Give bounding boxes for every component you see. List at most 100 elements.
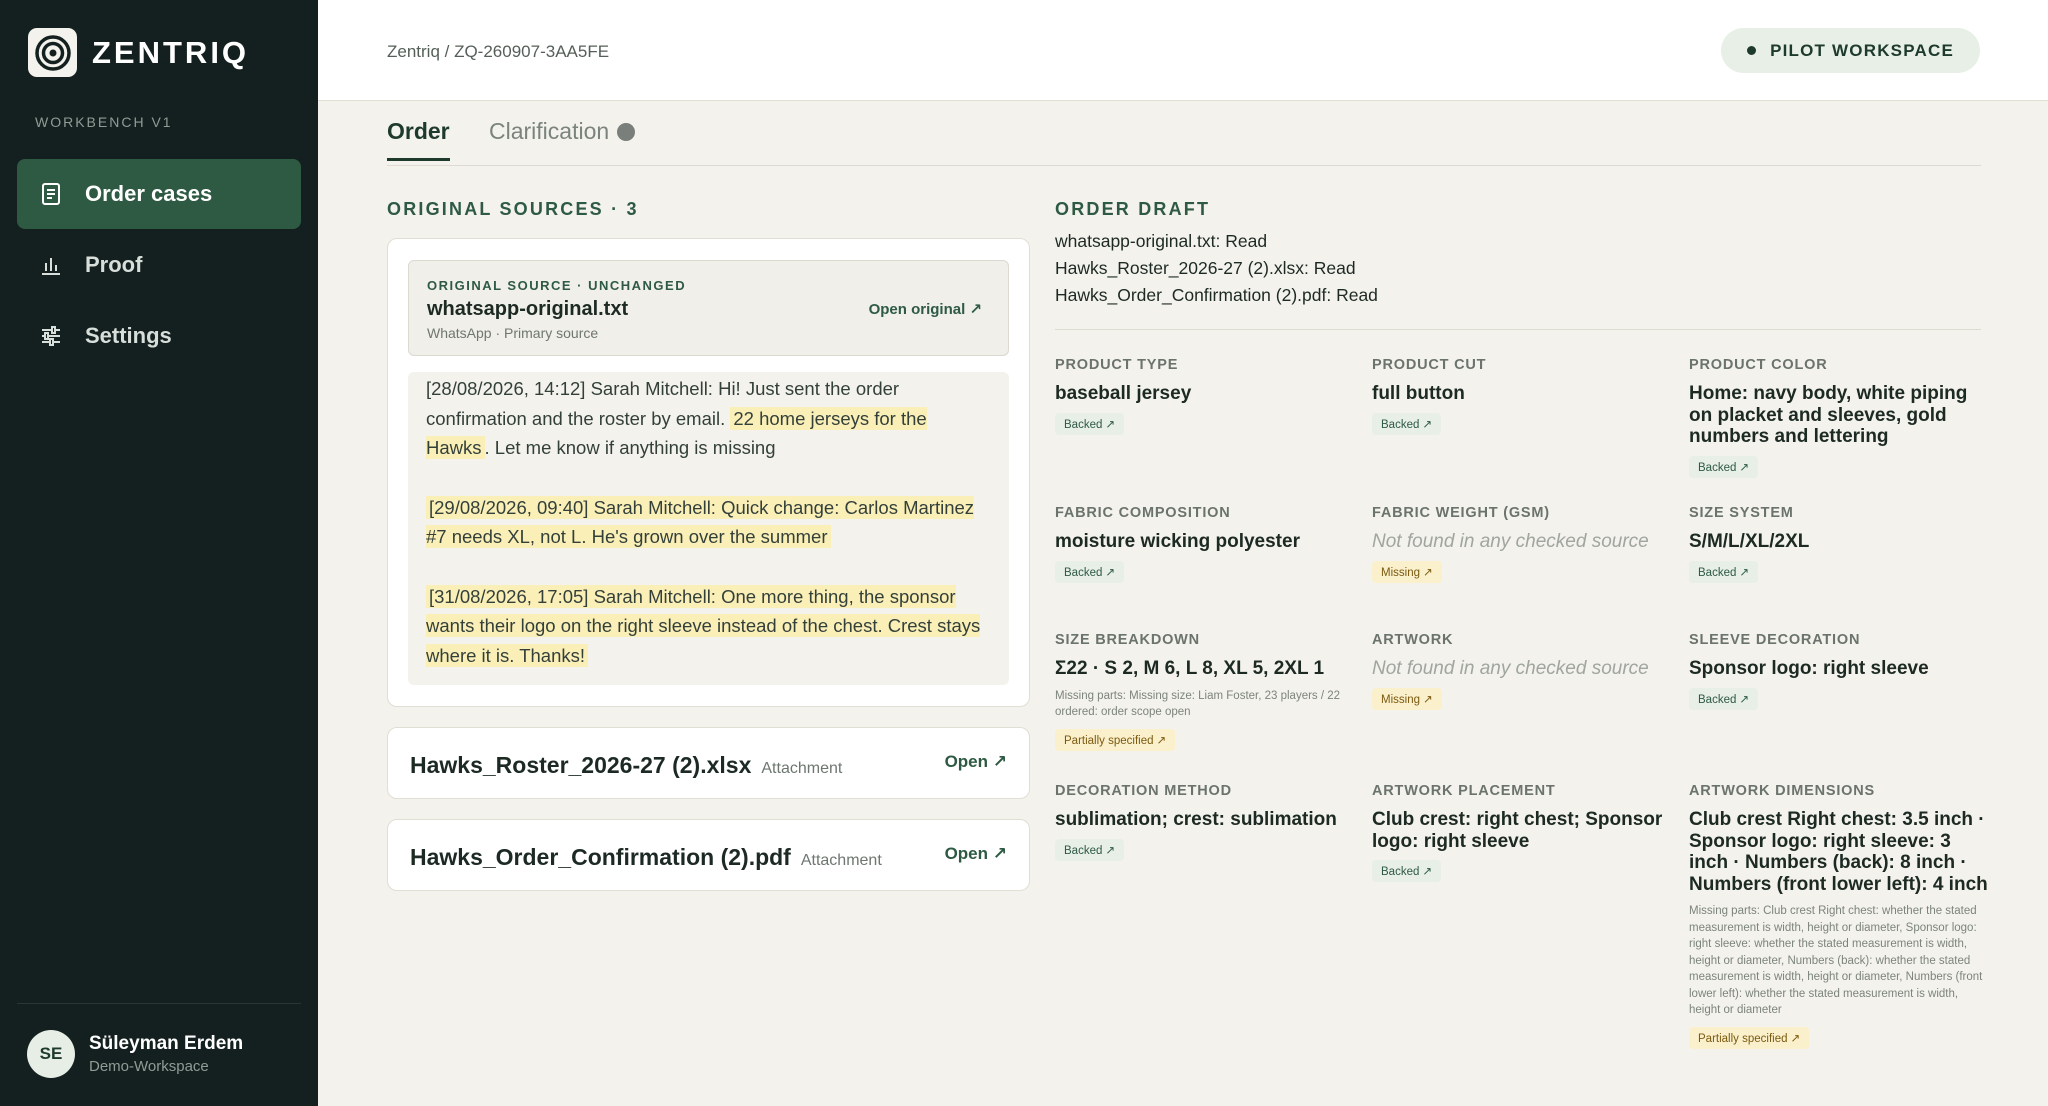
brand-mark-icon <box>28 28 77 77</box>
tab-bar: Order Clarification <box>387 100 1981 166</box>
field-value: Not found in any checked source <box>1372 531 1649 552</box>
field-value: full button <box>1372 383 1465 404</box>
field-label: FABRIC COMPOSITION <box>1055 505 1231 521</box>
status-badge[interactable]: Backed ↗ <box>1689 560 1759 583</box>
field-value: Club crest: right chest; Sponsor logo: r… <box>1372 809 1663 852</box>
field-artwork-dimensions: ARTWORK DIMENSIONS Club crest Right ches… <box>1689 783 1989 1049</box>
field-value: Home: navy body, white piping on placket… <box>1689 383 1968 447</box>
tab-clarification[interactable]: Clarification <box>489 118 636 158</box>
field-product-type: PRODUCT TYPE baseball jersey Backed ↗ <box>1055 357 1355 435</box>
field-fabric-composition: FABRIC COMPOSITION moisture wicking poly… <box>1055 505 1355 583</box>
field-value: S/M/L/XL/2XL <box>1689 531 1810 552</box>
sidebar-nav: Order cases Proof Settings <box>17 159 301 372</box>
user-workspace: Demo-Workspace <box>89 1058 209 1075</box>
primary-source-card: ORIGINAL SOURCE · UNCHANGED whatsapp-ori… <box>387 238 1030 707</box>
status-badge[interactable]: Backed ↗ <box>1689 455 1759 478</box>
source-title: whatsapp-original.txt <box>427 298 629 320</box>
tab-clarification-label: Clarification <box>489 118 610 144</box>
chat-transcript: [28/08/2026, 14:12] Sarah Mitchell: Hi! … <box>408 372 1009 685</box>
source-kicker: ORIGINAL SOURCE · UNCHANGED <box>427 278 687 293</box>
field-note: Missing parts: Missing size: Liam Foster… <box>1055 689 1341 719</box>
brand-logo[interactable]: ZENTRIQ <box>28 28 249 77</box>
sliders-icon <box>39 324 63 348</box>
field-decoration-method: DECORATION METHOD sublimation; crest: su… <box>1055 783 1355 861</box>
status-badge[interactable]: Partially specified ↗ <box>1689 1026 1810 1049</box>
open-attachment-button[interactable]: Open ↗ <box>945 844 1007 864</box>
attachment-tag: Attachment <box>761 760 843 777</box>
field-value: Sponsor logo: right sleeve <box>1689 658 1929 679</box>
highlighted-text: [31/08/2026, 17:05] Sarah Mitchell: One … <box>426 584 981 667</box>
topbar: Zentriq / ZQ-260907-3AA5FE PILOT WORKSPA… <box>318 0 2048 101</box>
breadcrumb: Zentriq / ZQ-260907-3AA5FE <box>387 42 610 61</box>
document-icon <box>39 182 63 206</box>
chat-message: [31/08/2026, 17:05] Sarah Mitchell: One … <box>426 582 991 671</box>
sidebar: ZENTRIQ WORKBENCH V1 Order cases Proof S… <box>0 0 318 1106</box>
order-draft-heading: ORDER DRAFT <box>1055 199 1211 219</box>
sidebar-item-label: Settings <box>85 323 172 348</box>
status-badge[interactable]: Backed ↗ <box>1055 412 1125 435</box>
avatar: SE <box>27 1030 75 1078</box>
status-line: Hawks_Roster_2026-27 (2).xlsx: Read <box>1055 258 1356 278</box>
status-badge[interactable]: Backed ↗ <box>1689 687 1759 710</box>
user-name: Süleyman Erdem <box>89 1033 244 1054</box>
workspace-badge-label: PILOT WORKSPACE <box>1770 40 1954 60</box>
sidebar-item-label: Proof <box>85 252 143 277</box>
status-badge[interactable]: Missing ↗ <box>1372 560 1442 583</box>
attachment-filename: Hawks_Order_Confirmation (2).pdf <box>410 844 791 870</box>
field-label: SLEEVE DECORATION <box>1689 632 1861 648</box>
field-fabric-weight: FABRIC WEIGHT (GSM) Not found in any che… <box>1372 505 1672 583</box>
open-original-button[interactable]: Open original ↗ <box>869 300 982 318</box>
open-attachment-button[interactable]: Open ↗ <box>945 752 1007 772</box>
field-label: ARTWORK <box>1372 632 1454 648</box>
field-label: DECORATION METHOD <box>1055 783 1232 799</box>
field-label: PRODUCT COLOR <box>1689 357 1828 373</box>
field-size-system: SIZE SYSTEM S/M/L/XL/2XL Backed ↗ <box>1689 505 1989 583</box>
sidebar-item-proof[interactable]: Proof <box>17 230 301 300</box>
status-line: whatsapp-original.txt: Read <box>1055 231 1268 251</box>
field-value: baseball jersey <box>1055 383 1192 404</box>
field-value: moisture wicking polyester <box>1055 531 1300 552</box>
field-label: PRODUCT CUT <box>1372 357 1487 373</box>
message-text: . Let me know if anything is missing <box>484 437 776 458</box>
field-label: SIZE SYSTEM <box>1689 505 1794 521</box>
field-product-cut: PRODUCT CUT full button Backed ↗ <box>1372 357 1672 435</box>
sidebar-item-settings[interactable]: Settings <box>17 301 301 371</box>
chat-message: [29/08/2026, 09:40] Sarah Mitchell: Quic… <box>426 493 991 552</box>
brand-name: ZENTRIQ <box>92 34 250 70</box>
field-label: FABRIC WEIGHT (GSM) <box>1372 505 1550 521</box>
sidebar-item-order-cases[interactable]: Order cases <box>17 159 301 229</box>
attachment-card[interactable]: Hawks_Order_Confirmation (2).pdf Attachme… <box>387 819 1030 891</box>
field-label: SIZE BREAKDOWN <box>1055 632 1200 648</box>
field-artwork: ARTWORK Not found in any checked source … <box>1372 632 1672 710</box>
attachment-name: Hawks_Order_Confirmation (2).pdf Attachme… <box>410 844 882 871</box>
field-size-breakdown: SIZE BREAKDOWN Σ22 · S 2, M 6, L 8, XL 5… <box>1055 632 1355 751</box>
user-profile[interactable]: SE Süleyman Erdem Demo-Workspace <box>17 1003 301 1078</box>
source-header: ORIGINAL SOURCE · UNCHANGED whatsapp-ori… <box>408 260 1009 356</box>
status-badge[interactable]: Missing ↗ <box>1372 687 1442 710</box>
chat-message: [28/08/2026, 14:12] Sarah Mitchell: Hi! … <box>426 372 991 463</box>
sidebar-item-label: Order cases <box>85 181 213 206</box>
status-badge[interactable]: Backed ↗ <box>1372 412 1442 435</box>
attachment-filename: Hawks_Roster_2026-27 (2).xlsx <box>410 752 752 778</box>
field-value: Club crest Right chest: 3.5 inch · Spons… <box>1689 809 1988 895</box>
field-label: ARTWORK PLACEMENT <box>1372 783 1556 799</box>
workspace-badge[interactable]: PILOT WORKSPACE <box>1721 28 1980 73</box>
status-badge[interactable]: Backed ↗ <box>1055 838 1125 861</box>
field-value: Σ22 · S 2, M 6, L 8, XL 5, 2XL 1 <box>1055 658 1325 679</box>
divider <box>1055 329 1981 330</box>
source-subtitle: WhatsApp · Primary source <box>427 325 599 341</box>
notification-dot-icon <box>617 122 636 141</box>
source-read-status: whatsapp-original.txt: Read Hawks_Roster… <box>1055 228 1378 309</box>
status-dot-icon <box>1747 46 1757 55</box>
status-line: Hawks_Order_Confirmation (2).pdf: Read <box>1055 285 1378 305</box>
status-badge[interactable]: Backed ↗ <box>1372 860 1442 882</box>
field-product-color: PRODUCT COLOR Home: navy body, white pip… <box>1689 357 1989 478</box>
field-label: PRODUCT TYPE <box>1055 357 1179 373</box>
attachment-name: Hawks_Roster_2026-27 (2).xlsx Attachment <box>410 752 842 779</box>
status-badge[interactable]: Partially specified ↗ <box>1055 728 1176 751</box>
status-badge[interactable]: Backed ↗ <box>1055 560 1125 583</box>
tab-order[interactable]: Order <box>387 118 450 161</box>
attachment-card[interactable]: Hawks_Roster_2026-27 (2).xlsx Attachment … <box>387 727 1030 799</box>
highlighted-text: [29/08/2026, 09:40] Sarah Mitchell: Quic… <box>426 495 975 548</box>
field-artwork-placement: ARTWORK PLACEMENT Club crest: right ches… <box>1372 783 1672 882</box>
